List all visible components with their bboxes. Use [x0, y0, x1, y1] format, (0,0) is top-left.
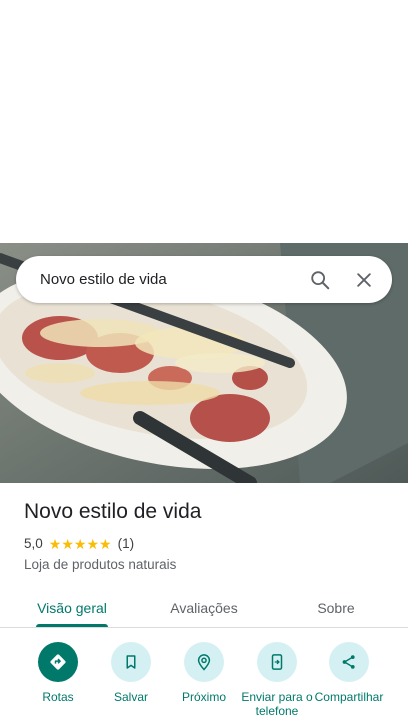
send-to-phone-button[interactable]: Enviar para o telefone: [239, 642, 315, 718]
map-area: [0, 0, 408, 243]
tab-label: Sobre: [317, 600, 355, 616]
tab-label: Avaliações: [170, 600, 238, 616]
search-bar[interactable]: Novo estilo de vida: [16, 256, 392, 303]
save-button[interactable]: Salvar: [93, 642, 169, 704]
share-icon: [329, 642, 369, 682]
search-icon[interactable]: [298, 258, 342, 302]
rating-stars: ★ ★ ★ ★ ★: [49, 537, 112, 551]
nearby-button[interactable]: Próximo: [166, 642, 242, 704]
active-tab-indicator: [36, 624, 108, 627]
star-icon: ★: [48, 535, 62, 552]
directions-button[interactable]: Rotas: [20, 642, 96, 704]
star-icon: ★: [86, 535, 100, 552]
action-label: Compartilhar: [314, 690, 384, 704]
action-label: Rotas: [42, 690, 74, 704]
bookmark-icon: [111, 642, 151, 682]
star-icon: ★: [61, 535, 74, 552]
tab-label: Visão geral: [37, 600, 107, 616]
place-title: Novo estilo de vida: [24, 500, 202, 523]
rating-value: 5,0: [24, 536, 43, 551]
rating-row[interactable]: 5,0 ★ ★ ★ ★ ★ (1): [24, 536, 134, 551]
tab-bar: Visão geral Avaliações Sobre: [0, 588, 408, 628]
send-to-phone-icon: [257, 642, 297, 682]
directions-icon: [38, 642, 78, 682]
tab-reviews[interactable]: Avaliações: [136, 588, 272, 628]
action-label: Enviar para o telefone: [241, 690, 313, 718]
tab-overview[interactable]: Visão geral: [0, 588, 144, 628]
close-icon[interactable]: [342, 258, 386, 302]
tab-about[interactable]: Sobre: [272, 588, 400, 628]
action-label: Próximo: [181, 690, 226, 704]
action-label: Salvar: [113, 690, 148, 704]
star-icon: ★: [73, 535, 87, 552]
search-input[interactable]: Novo estilo de vida: [40, 271, 298, 288]
place-category: Loja de produtos naturais: [24, 557, 177, 572]
share-button[interactable]: Compartilhar: [311, 642, 387, 704]
nearby-icon: [184, 642, 224, 682]
review-count[interactable]: (1): [118, 536, 135, 551]
star-icon: ★: [99, 535, 112, 552]
